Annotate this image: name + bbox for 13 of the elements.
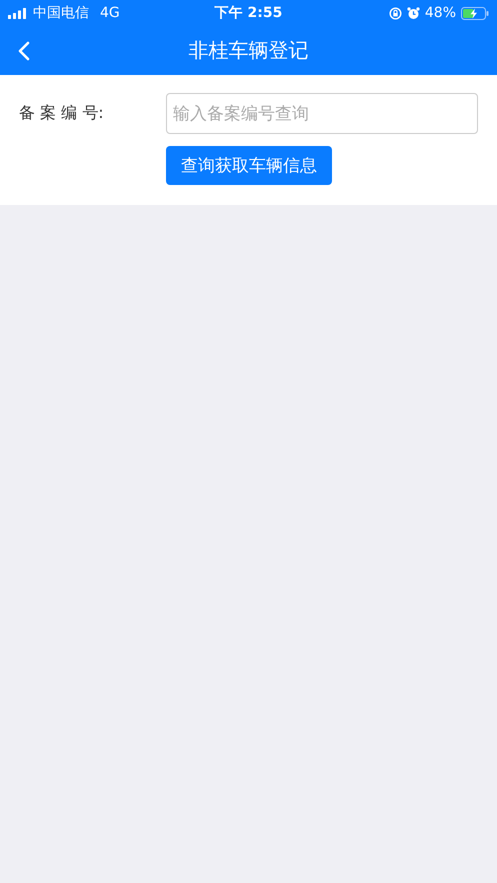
query-button[interactable]: 查询获取车辆信息 <box>166 146 332 185</box>
alarm-icon <box>406 6 420 20</box>
status-time: 下午 2:55 <box>214 4 282 22</box>
network-type: 4G <box>100 5 120 21</box>
page-title: 非桂车辆登记 <box>188 37 308 64</box>
battery-charging-icon <box>461 6 489 20</box>
carrier-name: 中国电信 <box>33 4 89 22</box>
record-number-field[interactable]: 输入备案编号查询 <box>166 93 478 134</box>
back-button[interactable] <box>16 39 32 63</box>
signal-icon <box>8 8 28 18</box>
rotation-lock-icon <box>388 6 402 20</box>
field-label: 备 案 编 号: <box>19 103 105 124</box>
battery-percent: 48% <box>424 5 456 21</box>
